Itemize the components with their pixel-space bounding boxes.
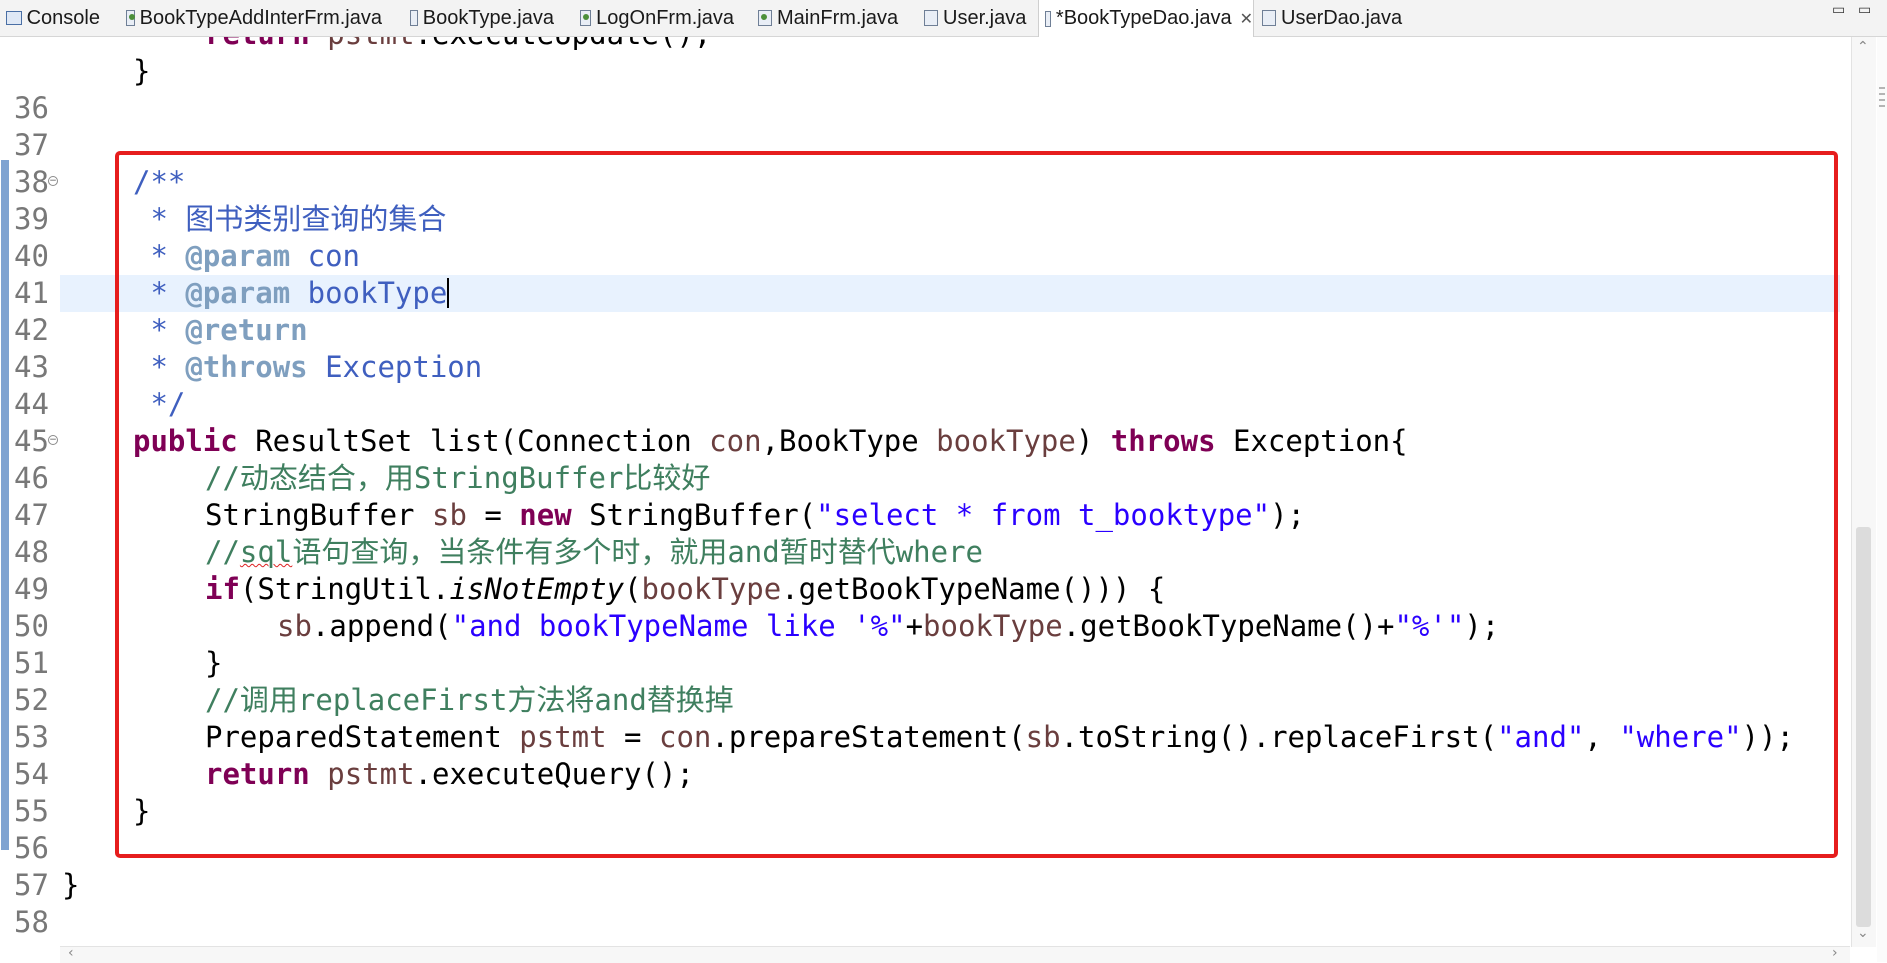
tab-booktypedao-active[interactable]: *BookTypeDao.java ✕: [1038, 0, 1254, 37]
scroll-right-icon[interactable]: ›: [1832, 945, 1838, 961]
java-class-icon: [758, 10, 772, 26]
code-line: 40 * 图书类别查询的集合: [14, 202, 447, 273]
overview-mark[interactable]: [1879, 87, 1885, 89]
java-file-icon: [1045, 10, 1051, 27]
code-line: 59: [0, 904, 1850, 947]
tab-label: BookTypeAddInterFrm.java: [139, 6, 382, 29]
code-line: 56 }: [14, 794, 151, 865]
tab-console[interactable]: Console: [0, 0, 100, 36]
overview-mark[interactable]: [1879, 99, 1885, 101]
text-caret: [447, 278, 450, 308]
tab-userdao[interactable]: UserDao.java: [1256, 0, 1406, 36]
tab-label: BookType.java: [422, 6, 554, 29]
code-line: 55 return pstmt.executeQuery();: [14, 757, 694, 828]
code-line: 52 }: [14, 646, 223, 717]
overview-mark[interactable]: [1879, 93, 1885, 95]
close-tab-icon[interactable]: ✕: [1240, 9, 1253, 29]
code-line: 39 − /**: [14, 165, 186, 236]
tab-user[interactable]: User.java: [918, 0, 1038, 36]
tab-label: *BookTypeDao.java: [1055, 7, 1232, 29]
code-line: 50 if(StringUtil.isNotEmpty(bookType.get…: [14, 572, 1166, 643]
horizontal-scrollbar[interactable]: ‹ ›: [60, 945, 1850, 963]
editor-tab-bar: Console BookTypeAddInterFrm.java BookTyp…: [0, 0, 1887, 37]
tab-booktype[interactable]: BookType.java: [404, 0, 554, 36]
java-file-icon: [1262, 10, 1276, 26]
scroll-up-icon[interactable]: ⌃: [1857, 39, 1869, 55]
java-class-icon: [580, 10, 592, 26]
tab-label: LogOnFrm.java: [596, 6, 734, 29]
code-line: 58 }: [14, 868, 80, 939]
code-line: 36 }: [14, 54, 151, 125]
java-class-icon: [126, 10, 135, 26]
tab-mainfrm[interactable]: MainFrm.java: [752, 0, 902, 36]
code-line: 45 */: [14, 387, 186, 458]
code-line: 37: [0, 90, 1850, 162]
fold-toggle-icon[interactable]: −: [48, 176, 58, 186]
overview-ruler[interactable]: [1877, 37, 1887, 962]
code-line: 48 StringBuffer sb = new StringBuffer("s…: [14, 498, 1305, 569]
tab-logonfrm[interactable]: LogOnFrm.java: [574, 0, 734, 36]
tab-label: User.java: [943, 6, 1027, 29]
scroll-down-icon[interactable]: ⌄: [1857, 925, 1869, 941]
java-file-icon: [410, 10, 418, 26]
code-line: 41 * @param con: [14, 239, 360, 310]
tab-booktypeaddinterfrm[interactable]: BookTypeAddInterFrm.java: [120, 0, 382, 36]
code-line: 47 //动态结合，用StringBuffer比较好: [14, 461, 711, 532]
code-line: 49 //sql语句查询，当条件有多个时，就用and暂时替代where: [14, 535, 983, 606]
minimize-icon[interactable]: ▭: [1832, 2, 1845, 18]
line-number: 59: [14, 941, 54, 947]
code-line: 43 * @return: [14, 313, 308, 384]
fold-toggle-icon[interactable]: −: [48, 435, 58, 445]
overview-mark[interactable]: [1879, 105, 1885, 107]
scrollbar-thumb[interactable]: [1856, 527, 1871, 927]
vertical-scrollbar[interactable]: ⌃ ⌄: [1851, 37, 1876, 947]
java-file-icon: [924, 10, 938, 26]
console-icon: [6, 11, 22, 25]
code-line: 44 * @throws Exception: [14, 350, 483, 421]
tab-label: MainFrm.java: [777, 6, 899, 29]
code-line: 53 //调用replaceFirst方法将and替换掉: [14, 683, 734, 754]
scroll-left-icon[interactable]: ‹: [68, 945, 74, 961]
tab-label: UserDao.java: [1281, 6, 1403, 29]
code-line: 42 * @param bookType: [14, 276, 450, 347]
code-line: 38: [0, 127, 1850, 199]
code-line: 54 PreparedStatement pstmt = con.prepare…: [14, 720, 1794, 791]
code-line: 51 sb.append("and bookTypeName like '%"+…: [14, 609, 1500, 680]
code-editor[interactable]: return pstmt.executeUpdate(); 36 } 37 38…: [0, 37, 1850, 947]
code-line: 46 − public ResultSet list(Connection co…: [14, 424, 1408, 495]
code-line: 57: [0, 830, 1850, 902]
code-line: return pstmt.executeUpdate();: [0, 37, 1850, 53]
maximize-icon[interactable]: ▭: [1858, 2, 1871, 18]
tab-label: Console: [26, 6, 100, 29]
